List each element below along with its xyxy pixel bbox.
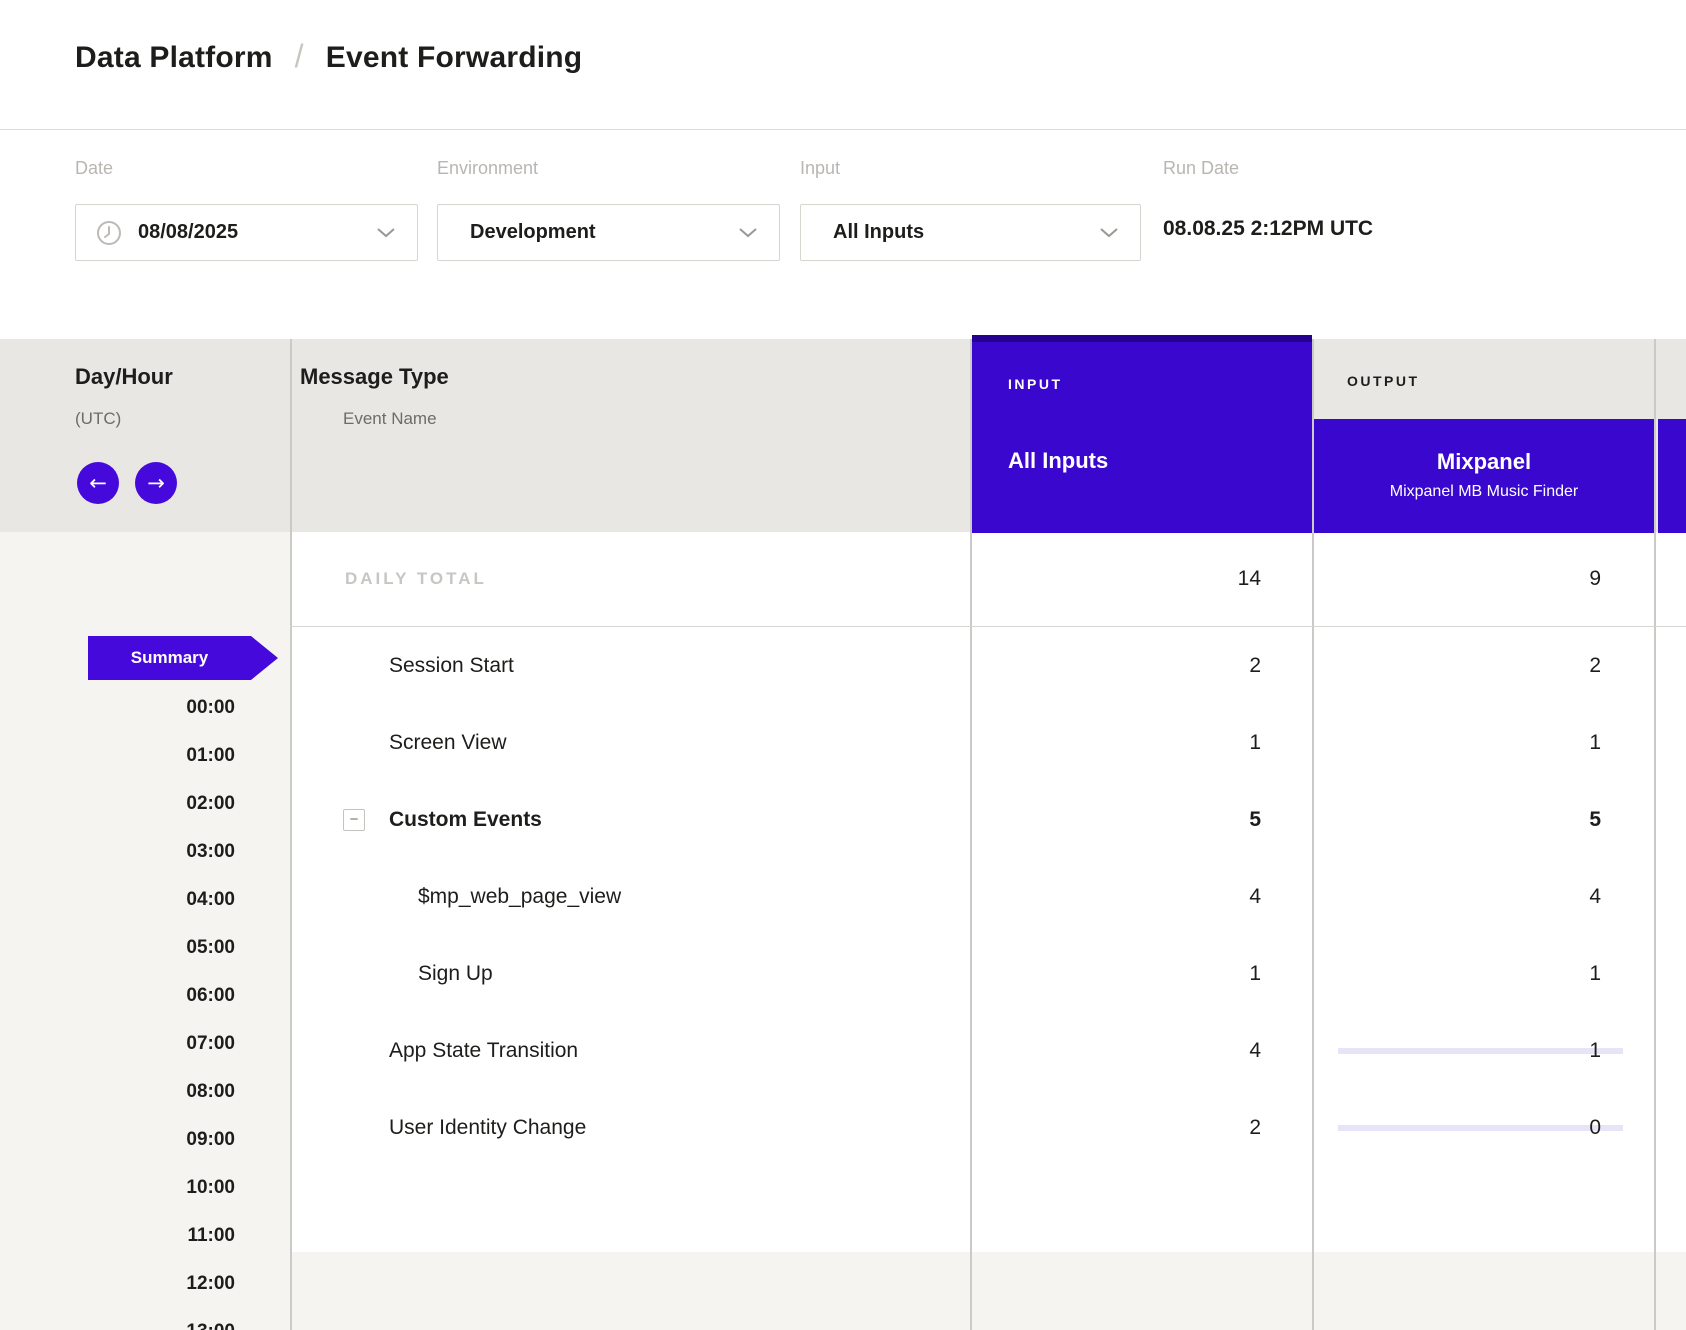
- chevron-down-icon: [739, 228, 757, 238]
- output-count-cell: 5: [1314, 808, 1656, 832]
- hour-sidebar: Summary 00:00 01:00 02:00 03:00 04:00 05:00 06…: [0, 532, 290, 1330]
- hour-label[interactable]: 00:00: [186, 698, 235, 718]
- output-count-cell: 2: [1314, 654, 1656, 678]
- table-row: User Identity Change 2 0: [290, 1089, 1686, 1166]
- table-footer-area: [290, 1252, 1686, 1330]
- event-name-label: Screen View: [389, 731, 507, 754]
- hour-label[interactable]: 09:00: [186, 1130, 235, 1150]
- date-dropdown[interactable]: 08/08/2025: [75, 204, 418, 261]
- output-count-cell[interactable]: 0: [1314, 1116, 1656, 1140]
- output-count-cell[interactable]: 1: [1314, 1039, 1656, 1063]
- daily-total-label: DAILY TOTAL: [290, 569, 972, 589]
- input-filter-label: Input: [800, 158, 840, 179]
- input-section-label: INPUT: [1008, 376, 1063, 392]
- message-type-column-subtitle: Event Name: [343, 409, 437, 429]
- arrow-right-icon[interactable]: →: [135, 462, 177, 504]
- input-column-selected-strip: [972, 335, 1312, 342]
- table-row: Session Start 2 2: [290, 627, 1686, 704]
- hour-label[interactable]: 05:00: [186, 938, 235, 958]
- input-count-cell: 4: [972, 885, 1314, 909]
- hour-label[interactable]: 04:00: [186, 890, 235, 910]
- hour-label[interactable]: 11:00: [187, 1226, 235, 1246]
- input-count-cell: 2: [972, 1116, 1314, 1140]
- output-section-label: OUTPUT: [1347, 373, 1420, 389]
- input-count-cell: 1: [972, 731, 1314, 755]
- event-name-label: Custom Events: [389, 808, 542, 831]
- table-row: App State Transition 4 1: [290, 1012, 1686, 1089]
- input-count-cell: 1: [972, 962, 1314, 986]
- table-row: $mp_web_page_view 4 4: [290, 858, 1686, 935]
- run-date-value: 08.08.25 2:12PM UTC: [1163, 217, 1373, 241]
- hour-label[interactable]: 10:00: [186, 1178, 235, 1198]
- day-hour-column-subtitle: (UTC): [75, 409, 121, 429]
- hour-label[interactable]: 07:00: [186, 1034, 235, 1054]
- input-dropdown[interactable]: All Inputs: [800, 204, 1141, 261]
- breadcrumb-separator: /: [295, 38, 304, 75]
- table-row: Sign Up 1 1: [290, 935, 1686, 1012]
- event-name-label: Sign Up: [418, 962, 493, 985]
- date-value: 08/08/2025: [138, 221, 238, 244]
- hour-label[interactable]: 12:00: [186, 1274, 235, 1294]
- hour-pager: ← →: [77, 462, 177, 504]
- input-count-cell: 2: [972, 654, 1314, 678]
- output-count-cell: 1: [1314, 962, 1656, 986]
- hour-label[interactable]: 08:00: [186, 1082, 235, 1102]
- table-row: Screen View 1 1: [290, 704, 1686, 781]
- hour-label[interactable]: 06:00: [186, 986, 235, 1006]
- hour-label[interactable]: 03:00: [186, 842, 235, 862]
- arrow-left-icon[interactable]: ←: [77, 462, 119, 504]
- input-value: All Inputs: [833, 221, 924, 244]
- input-column-name: All Inputs: [1008, 448, 1108, 474]
- message-type-column-title: Message Type: [300, 364, 449, 390]
- daily-total-row: DAILY TOTAL 14 9: [290, 532, 1686, 627]
- daily-total-output-count: 9: [1314, 567, 1656, 591]
- collapse-icon[interactable]: −: [343, 809, 365, 831]
- event-name-label: $mp_web_page_view: [418, 885, 621, 908]
- input-column-header[interactable]: INPUT All Inputs: [972, 335, 1312, 533]
- breadcrumb: Data Platform / Event Forwarding: [75, 38, 582, 75]
- table-row: − Custom Events 5 5: [290, 781, 1686, 858]
- page-header: Data Platform / Event Forwarding: [0, 0, 1686, 130]
- day-hour-column-title: Day/Hour: [75, 364, 173, 390]
- input-count-cell: 5: [972, 808, 1314, 832]
- event-name-label: Session Start: [389, 654, 514, 677]
- output-column-header[interactable]: Mixpanel Mixpanel MB Music Finder: [1314, 419, 1654, 533]
- daily-total-input-count: 14: [972, 567, 1314, 591]
- event-forwarding-page: Data Platform / Event Forwarding Date En…: [0, 0, 1686, 1330]
- rows: Session Start 2 2 Screen View 1 1 − Cust…: [290, 627, 1686, 1166]
- output-column-subtitle: Mixpanel MB Music Finder: [1314, 483, 1654, 501]
- chevron-down-icon: [1100, 228, 1118, 238]
- environment-value: Development: [470, 221, 596, 244]
- breadcrumb-section[interactable]: Data Platform: [75, 41, 273, 75]
- hour-label[interactable]: 01:00: [186, 746, 235, 766]
- hour-label[interactable]: 13:00: [186, 1322, 235, 1330]
- output-count-cell: 1: [1314, 731, 1656, 755]
- filter-bar: Date Environment Input Run Date 08/08/20…: [0, 131, 1686, 339]
- date-filter-label: Date: [75, 158, 113, 179]
- summary-tab[interactable]: Summary: [88, 636, 278, 680]
- output-count-cell: 4: [1314, 885, 1656, 909]
- output-column-header-partial[interactable]: [1658, 419, 1686, 533]
- hour-label[interactable]: 02:00: [186, 794, 235, 814]
- event-name-label: App State Transition: [389, 1039, 578, 1062]
- clock-icon: [96, 220, 122, 246]
- chevron-down-icon: [377, 228, 395, 238]
- page-title: Event Forwarding: [326, 41, 583, 75]
- run-date-label: Run Date: [1163, 158, 1239, 179]
- environment-filter-label: Environment: [437, 158, 538, 179]
- input-count-cell: 4: [972, 1039, 1314, 1063]
- environment-dropdown[interactable]: Development: [437, 204, 780, 261]
- output-column-name: Mixpanel: [1314, 449, 1654, 475]
- event-name-label: User Identity Change: [389, 1116, 586, 1139]
